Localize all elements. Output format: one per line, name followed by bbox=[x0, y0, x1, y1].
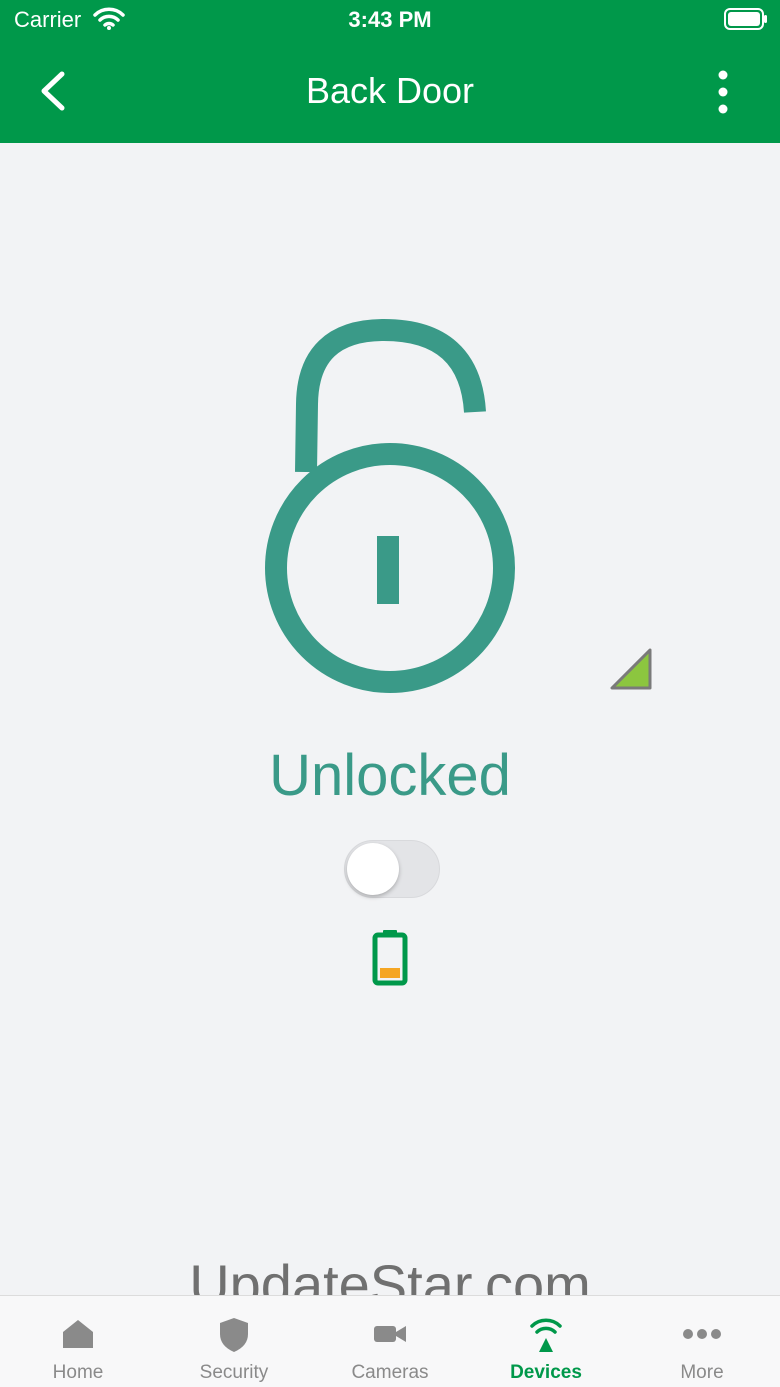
signal-strength-icon bbox=[610, 648, 652, 690]
more-icon bbox=[683, 1329, 721, 1339]
page-title: Back Door bbox=[305, 70, 475, 111]
tab-devices[interactable]: Devices bbox=[468, 1296, 624, 1387]
devices-icon bbox=[530, 1318, 562, 1352]
unlocked-padlock-icon[interactable] bbox=[262, 316, 522, 696]
navigation-bar: Back Door bbox=[0, 40, 780, 143]
status-time: 3:43 PM bbox=[348, 7, 432, 32]
more-options-button[interactable] bbox=[708, 66, 738, 118]
camera-icon bbox=[374, 1326, 406, 1342]
tab-label: Cameras bbox=[351, 1362, 429, 1383]
tab-label: More bbox=[680, 1362, 724, 1383]
device-battery-icon bbox=[372, 930, 408, 986]
battery-status-icon bbox=[724, 8, 767, 30]
status-bar: Carrier 3:43 PM bbox=[0, 0, 780, 40]
tab-label: Home bbox=[52, 1362, 104, 1383]
lock-toggle-switch[interactable] bbox=[344, 840, 440, 898]
home-icon bbox=[63, 1320, 93, 1348]
toggle-knob bbox=[347, 843, 399, 895]
lock-status-text: Unlocked bbox=[269, 743, 511, 808]
tab-more[interactable]: More bbox=[624, 1296, 780, 1387]
tab-home[interactable]: Home bbox=[0, 1296, 156, 1387]
chevron-left-icon bbox=[41, 71, 65, 111]
top-bar: Carrier 3:43 PM Back Door bbox=[0, 0, 780, 143]
back-button[interactable] bbox=[30, 66, 78, 116]
shield-icon bbox=[220, 1318, 248, 1352]
vertical-dots-icon bbox=[718, 70, 728, 114]
tab-cameras[interactable]: Cameras bbox=[312, 1296, 468, 1387]
tab-label: Devices bbox=[510, 1362, 582, 1383]
battery-level-fill bbox=[380, 968, 400, 978]
tab-security[interactable]: Security bbox=[156, 1296, 312, 1387]
tab-bar: Home Security Cameras Devices More bbox=[0, 1295, 780, 1387]
tab-label: Security bbox=[199, 1362, 269, 1383]
